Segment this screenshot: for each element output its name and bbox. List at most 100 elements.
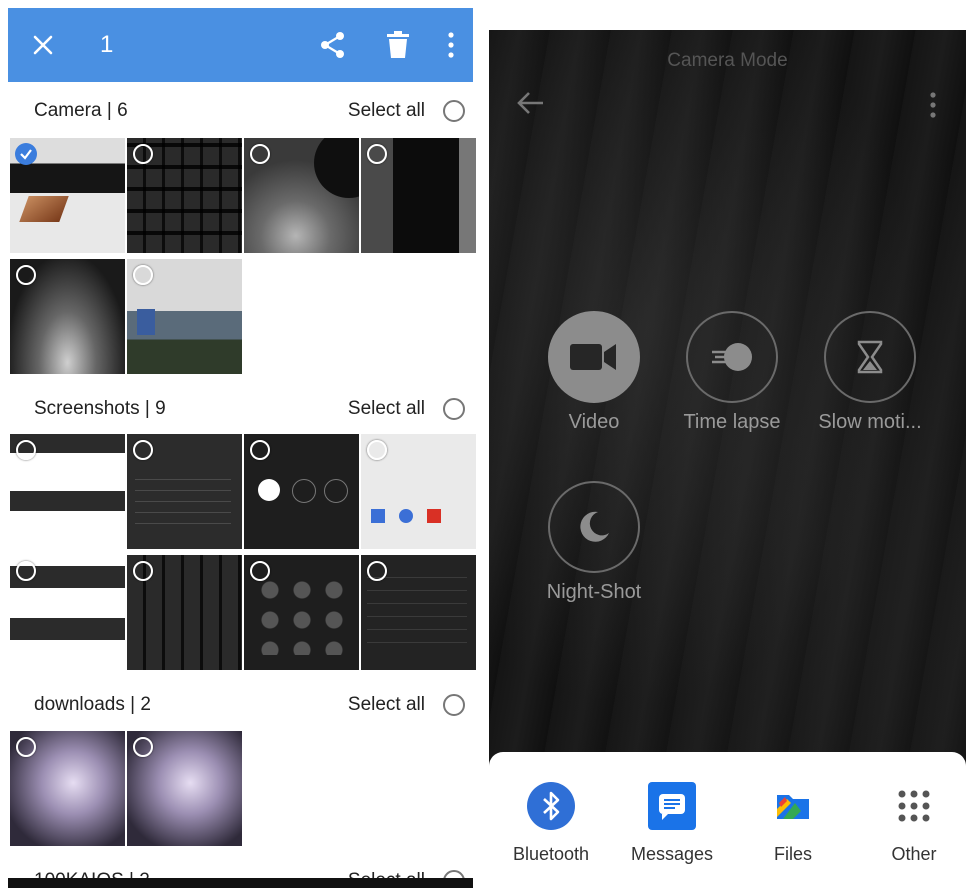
moon-icon (580, 511, 609, 542)
select-ring-icon[interactable] (16, 440, 36, 460)
delete-icon (387, 31, 409, 58)
mode-night-shot[interactable]: Night-Shot (524, 481, 664, 604)
screenshot-content (254, 575, 349, 655)
video-icon (570, 344, 616, 370)
screenshot-thumbnail[interactable] (127, 434, 242, 549)
selection-appbar: 1 (8, 8, 473, 82)
bluetooth-icon (527, 782, 575, 830)
screenshot-content (292, 479, 316, 503)
photo-thumbnail[interactable] (244, 138, 359, 253)
select-ring-icon[interactable] (133, 265, 153, 285)
screenshot-thumbnail[interactable] (244, 434, 359, 549)
photo-thumbnail[interactable] (10, 259, 125, 374)
mode-time-lapse[interactable]: Time lapse (662, 311, 802, 434)
share-icon (321, 32, 344, 58)
delete-button[interactable] (378, 8, 418, 82)
select-ring-icon[interactable] (367, 561, 387, 581)
select-ring-icon[interactable] (250, 561, 270, 581)
screenshot-thumbnail[interactable] (10, 555, 125, 670)
share-sheet: Bluetooth Messages Files Other (489, 752, 966, 888)
camera-mode-title: Camera Mode (667, 50, 788, 71)
screenshot-content (371, 509, 385, 523)
photo-content (314, 138, 359, 198)
select-ring-icon[interactable] (16, 265, 36, 285)
back-button[interactable] (515, 90, 545, 121)
screenshot-content (399, 509, 413, 523)
photo-thumbnail[interactable] (127, 259, 242, 374)
back-arrow-icon (517, 92, 543, 114)
section-header-screenshots: Screenshots | 9 Select all (8, 390, 473, 430)
select-all-radio[interactable] (443, 694, 465, 716)
photo-content (137, 309, 155, 335)
bottom-bar (8, 878, 473, 888)
mode-label: Video (568, 411, 620, 433)
share-messages[interactable]: Messages (622, 782, 722, 865)
screenshot-thumbnail[interactable] (127, 555, 242, 670)
section-title: Screenshots | 9 (34, 398, 166, 419)
photo-thumbnail[interactable] (127, 138, 242, 253)
select-ring-icon[interactable] (16, 737, 36, 757)
select-all-link[interactable]: Select all (348, 398, 425, 420)
photo-thumbnail[interactable] (10, 731, 125, 846)
select-ring-icon[interactable] (250, 144, 270, 164)
select-ring-icon[interactable] (367, 440, 387, 460)
mode-slow-motion[interactable]: Slow moti... (800, 311, 940, 434)
share-label: Other (891, 844, 937, 864)
select-ring-icon[interactable] (133, 144, 153, 164)
screenshot-thumbnail[interactable] (361, 434, 476, 549)
share-label: Bluetooth (512, 844, 590, 864)
gallery-panel: 1 Camera | 6 Select all Screenshots | 9 … (0, 0, 483, 888)
screenshot-content (427, 509, 441, 523)
select-ring-icon[interactable] (16, 561, 36, 581)
messages-icon (648, 782, 696, 830)
screenshot-content (135, 474, 231, 534)
select-all-link[interactable]: Select all (348, 100, 425, 122)
selected-check-icon[interactable] (15, 143, 37, 165)
select-all-radio[interactable] (443, 398, 465, 420)
select-ring-icon[interactable] (133, 737, 153, 757)
photo-thumbnail[interactable] (10, 138, 125, 253)
camera-more-button[interactable] (929, 92, 937, 123)
mode-circle (548, 481, 640, 573)
screenshot-content (324, 479, 348, 503)
share-files[interactable]: Files (743, 782, 843, 865)
select-all-link[interactable]: Select all (348, 694, 425, 716)
more-options-button[interactable] (433, 8, 469, 82)
more-vert-icon (930, 92, 936, 118)
mode-label: Night-Shot (546, 581, 642, 603)
close-button[interactable] (26, 8, 60, 82)
section-title: Camera | 6 (34, 100, 128, 121)
section-title: downloads | 2 (34, 694, 151, 715)
mode-video[interactable]: Video (524, 311, 664, 434)
select-all-radio[interactable] (443, 100, 465, 122)
selected-count: 1 (100, 31, 114, 58)
screenshot-thumbnail[interactable] (10, 434, 125, 549)
select-ring-icon[interactable] (367, 144, 387, 164)
screenshot-thumbnail[interactable] (244, 555, 359, 670)
more-vert-icon (448, 32, 454, 58)
share-label: Messages (630, 844, 714, 864)
photo-thumbnail[interactable] (127, 731, 242, 846)
mode-label: Time lapse (683, 411, 781, 433)
close-icon (33, 35, 53, 55)
camera-mode-panel: Camera Mode Video Time lapse Slow moti..… (489, 0, 966, 888)
grid-icon (890, 782, 938, 830)
screenshot-content (367, 575, 467, 655)
screenshot-content (258, 479, 280, 501)
select-ring-icon[interactable] (133, 561, 153, 581)
screenshot-thumbnail[interactable] (361, 555, 476, 670)
select-ring-icon[interactable] (133, 440, 153, 460)
share-other[interactable]: Other (864, 782, 964, 865)
photo-thumbnail[interactable] (361, 138, 476, 253)
photo-content (19, 196, 69, 222)
select-ring-icon[interactable] (250, 440, 270, 460)
section-header-downloads: downloads | 2 Select all (8, 686, 473, 726)
mode-circle (548, 311, 640, 403)
hourglass-icon (857, 340, 883, 374)
files-icon (769, 782, 817, 830)
timelapse-icon (712, 343, 752, 371)
mode-circle (686, 311, 778, 403)
share-label: Files (773, 844, 812, 864)
share-bluetooth[interactable]: Bluetooth (501, 782, 601, 865)
share-button[interactable] (313, 8, 353, 82)
